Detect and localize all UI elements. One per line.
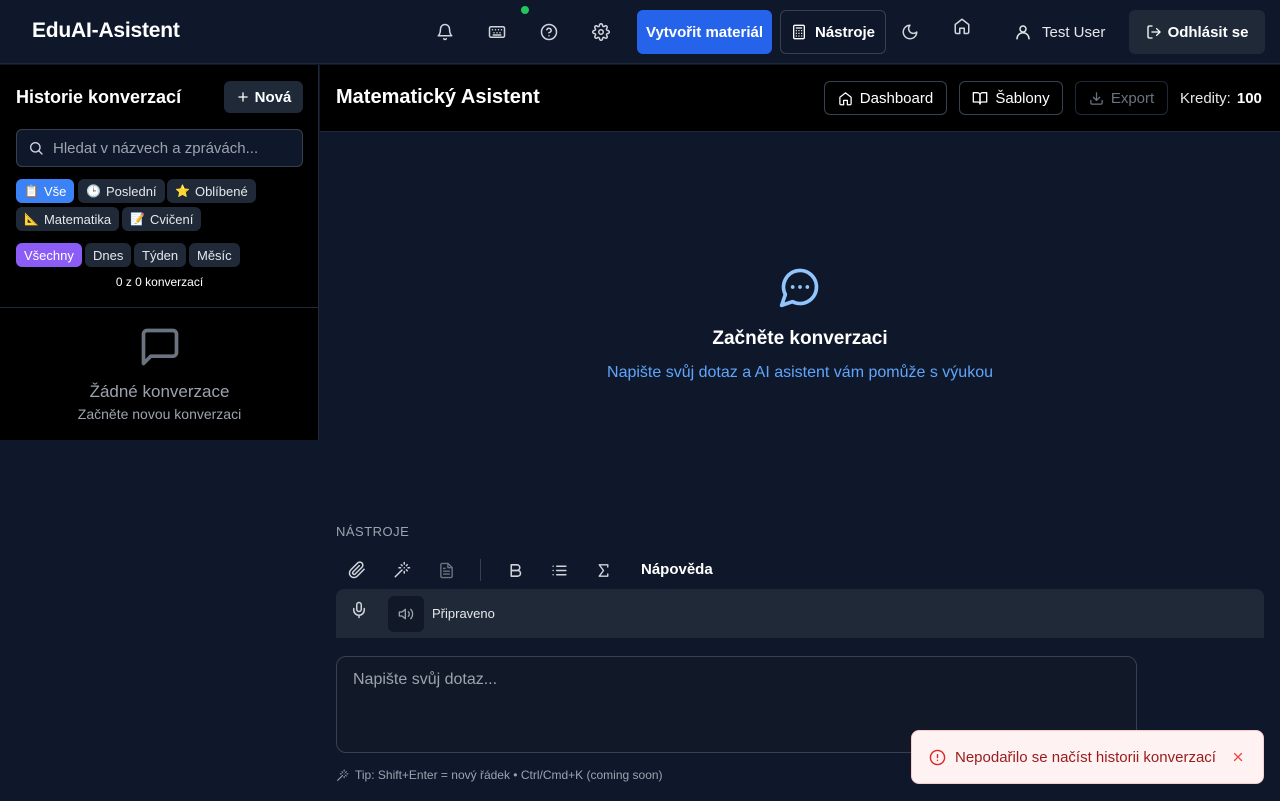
microphone-icon[interactable] — [350, 601, 368, 619]
composer-tip: Tip: Shift+Enter = nový řádek • Ctrl/Cmd… — [336, 768, 663, 782]
period-filter-month[interactable]: Měsíc — [189, 243, 240, 267]
calculator-icon — [791, 24, 807, 40]
search-input[interactable] — [53, 139, 283, 157]
export-button[interactable]: Export — [1075, 81, 1168, 115]
clock-icon: 🕒 — [86, 184, 101, 198]
online-status-dot — [521, 6, 529, 14]
message-square-icon — [138, 325, 182, 369]
tools-button-label: Nástroje — [814, 23, 876, 41]
star-icon: ⭐ — [175, 184, 190, 198]
category-chip-label: Cvičení — [149, 211, 194, 227]
close-icon[interactable] — [1231, 750, 1245, 764]
create-material-button[interactable]: Vytvořit materiál — [637, 10, 772, 54]
sidebar-title: Historie konverzací — [16, 87, 182, 107]
category-chip-math[interactable]: 📐 Matematika — [16, 207, 120, 231]
page-title: Matematický Asistent — [336, 86, 540, 108]
search-icon — [28, 140, 44, 156]
dashboard-label: Dashboard — [859, 89, 934, 107]
list-icon[interactable] — [547, 558, 571, 582]
alert-circle-icon — [929, 749, 946, 766]
category-chip-all[interactable]: 📋 Vše — [16, 179, 75, 203]
tools-button[interactable]: Nástroje — [780, 10, 886, 54]
top-bar: EduAI-Asistent Vytvořit materiál Nástroj… — [0, 0, 1280, 64]
empty-history-title: Žádné konverzace — [89, 382, 230, 401]
category-chip-exercises[interactable]: 📝 Cvičení — [122, 207, 202, 231]
home-icon — [838, 91, 853, 106]
clipboard-icon: 📋 — [24, 184, 39, 198]
speaker-icon — [398, 606, 414, 622]
conversation-count: 0 z 0 konverzací — [115, 275, 204, 289]
error-toast-message: Nepodařilo se načíst historii konverzací — [955, 748, 1216, 766]
category-chip-label: Poslední — [105, 183, 157, 199]
category-chip-recent[interactable]: 🕒 Poslední — [78, 179, 165, 203]
user-menu[interactable]: Test User — [1014, 18, 1105, 46]
dashboard-button[interactable]: Dashboard — [824, 81, 947, 115]
chat-header: Matematický Asistent Dashboard Šablony E… — [320, 65, 1280, 132]
category-chip-label: Oblíbené — [194, 183, 248, 199]
templates-label: Šablony — [995, 89, 1050, 107]
help-button[interactable]: Nápověda — [641, 561, 713, 578]
chat-bubble-icon — [778, 265, 822, 309]
credits-value: 100 — [1236, 90, 1262, 107]
book-open-icon — [972, 90, 988, 106]
category-chip-label: Vše — [43, 183, 67, 199]
tools-separator — [480, 559, 481, 581]
voice-status-text: Připraveno — [432, 606, 495, 621]
sigma-icon[interactable] — [591, 558, 615, 582]
moon-icon[interactable] — [896, 18, 924, 46]
period-filter-week[interactable]: Týden — [134, 243, 187, 267]
bold-icon[interactable] — [503, 558, 527, 582]
user-name: Test User — [1042, 23, 1106, 41]
templates-button[interactable]: Šablony — [959, 81, 1063, 115]
category-chip-favorites[interactable]: ⭐ Oblíbené — [167, 179, 256, 203]
new-conversation-label: Nová — [254, 88, 292, 106]
new-conversation-button[interactable]: Nová — [224, 81, 303, 113]
composer-tip-text: Tip: Shift+Enter = nový řádek • Ctrl/Cmd… — [355, 768, 663, 782]
paperclip-icon[interactable] — [345, 558, 369, 582]
plus-icon — [236, 90, 250, 104]
gear-icon[interactable] — [587, 18, 615, 46]
voice-controls-bar: Připraveno — [336, 589, 1264, 638]
memo-icon: 📝 — [130, 212, 145, 226]
ruler-icon: 📐 — [24, 212, 39, 226]
speaker-button[interactable] — [388, 596, 424, 632]
magic-wand-icon[interactable] — [390, 558, 414, 582]
credits-label: Kredity: — [1180, 90, 1231, 107]
search-box — [16, 129, 303, 167]
sparkle-wand-icon — [336, 769, 349, 782]
error-toast: Nepodařilo se načíst historii konverzací — [911, 730, 1264, 784]
category-chip-label: Matematika — [43, 211, 112, 227]
credits-display: Kredity: 100 — [1180, 90, 1262, 107]
export-label: Export — [1110, 89, 1155, 107]
user-icon — [1014, 23, 1032, 41]
help-circle-icon[interactable] — [535, 18, 563, 46]
sidebar-divider — [0, 307, 319, 308]
home-icon[interactable] — [948, 12, 976, 40]
document-icon[interactable] — [434, 558, 458, 582]
logout-button[interactable]: Odhlásit se — [1129, 10, 1265, 54]
tools-section-label: NÁSTROJE — [336, 524, 410, 539]
download-icon — [1089, 91, 1104, 106]
empty-chat-title: Začněte konverzaci — [712, 328, 888, 349]
conversation-history-sidebar: Historie konverzací Nová 📋 Vše 🕒 Posledn… — [0, 65, 319, 440]
keyboard-icon[interactable] — [483, 18, 511, 46]
period-filter-all[interactable]: Všechny — [16, 243, 82, 267]
app-brand[interactable]: EduAI-Asistent — [32, 19, 180, 43]
logout-label: Odhlásit se — [1167, 23, 1249, 41]
empty-history-subtitle: Začněte novou konverzaci — [77, 406, 242, 422]
period-filter-today[interactable]: Dnes — [85, 243, 132, 267]
bell-icon[interactable] — [431, 18, 459, 46]
empty-chat-subtitle: Napište svůj dotaz a AI asistent vám pom… — [607, 364, 993, 381]
logout-icon — [1146, 24, 1162, 40]
